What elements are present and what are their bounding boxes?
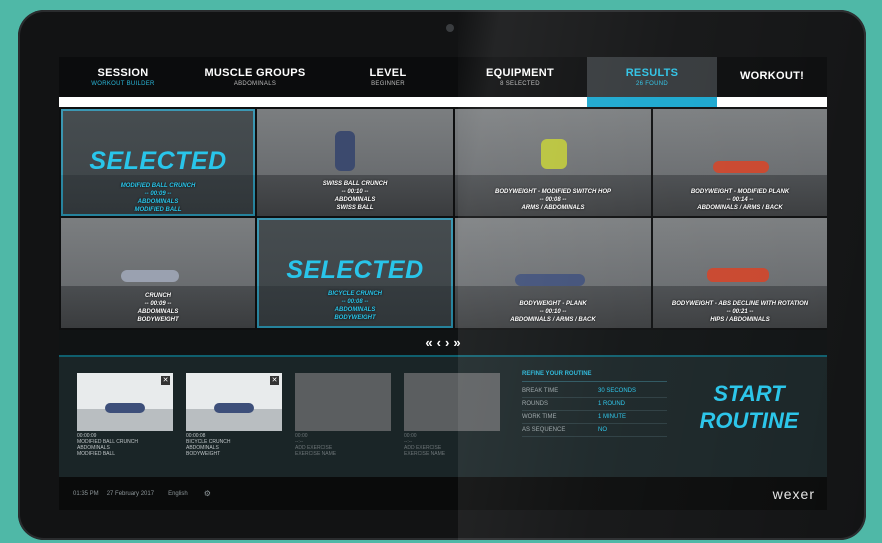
exercise-caption: BICYCLE CRUNCH -- 00:08 -- ABDOMINALS BO… <box>328 291 382 321</box>
tab-session-sub: WORKOUT BUILDER <box>91 81 155 87</box>
tab-workout-title: WORKOUT! <box>739 70 805 82</box>
remove-icon[interactable]: ✕ <box>270 376 279 385</box>
selected-label: SELECTED <box>286 256 424 284</box>
routine-slot-caption: 00:00:08 BICYCLE CRUNCH ABDOMINALS BODYW… <box>186 433 231 457</box>
routine-slot[interactable]: ✕ <box>186 373 282 431</box>
footer-language[interactable]: English <box>168 491 188 497</box>
exercise-tile-selected[interactable]: SELECTED MODIFIED BALL CRUNCH -- 00:09 -… <box>61 109 255 216</box>
routine-slot-caption: 00:00 --:-- ADD EXERCISE EXERCISE NAME <box>295 433 337 457</box>
app-screen: SESSION WORKOUT BUILDER MUSCLE GROUPS AB… <box>59 57 827 510</box>
exercise-tile[interactable]: BODYWEIGHT - ABS DECLINE WITH ROTATION -… <box>653 218 827 328</box>
start-routine-button[interactable]: START ROUTINE <box>679 380 819 434</box>
routine-panel: ✕ 00:00:09 MODIFIED BALL CRUNCH ABDOMINA… <box>59 355 827 477</box>
person-figure <box>541 139 567 169</box>
tab-results-sub: 26 FOUND <box>635 81 669 87</box>
tab-equipment[interactable]: EQUIPMENT 8 SELECTED <box>453 57 587 97</box>
refine-routine-panel: REFINE YOUR ROUTINE BREAK TIME 30 SECOND… <box>522 371 667 437</box>
last-page-button[interactable]: » <box>453 335 460 350</box>
refine-row-as-sequence[interactable]: AS SEQUENCE NO <box>522 424 667 437</box>
refine-title: REFINE YOUR ROUTINE <box>522 371 667 382</box>
exercise-tile[interactable]: BODYWEIGHT - MODIFIED SWITCH HOP -- 00:0… <box>455 109 651 216</box>
nav-progress-bar <box>59 97 827 107</box>
exercise-caption: BODYWEIGHT - MODIFIED SWITCH HOP -- 00:0… <box>495 189 611 211</box>
tab-session[interactable]: SESSION WORKOUT BUILDER <box>59 57 187 97</box>
camera-icon <box>446 24 454 32</box>
person-figure <box>515 274 585 286</box>
tab-muscle-groups-title: MUSCLE GROUPS <box>204 67 306 79</box>
exercise-tile[interactable]: CRUNCH -- 00:09 -- ABDOMINALS BODYWEIGHT <box>61 218 255 328</box>
remove-icon[interactable]: ✕ <box>161 376 170 385</box>
tablet-frame: SESSION WORKOUT BUILDER MUSCLE GROUPS AB… <box>18 10 866 540</box>
routine-slot-caption: 00:00:09 MODIFIED BALL CRUNCH ABDOMINALS… <box>77 433 138 457</box>
exercise-caption: CRUNCH -- 00:09 -- ABDOMINALS BODYWEIGHT <box>137 293 179 323</box>
person-figure <box>335 131 355 171</box>
refine-row-break-time[interactable]: BREAK TIME 30 SECONDS <box>522 385 667 398</box>
person-figure <box>105 403 145 413</box>
first-page-button[interactable]: « <box>425 335 432 350</box>
exercise-caption: MODIFIED BALL CRUNCH -- 00:09 -- ABDOMIN… <box>120 183 196 213</box>
tab-level-title: LEVEL <box>369 67 407 79</box>
exercise-caption: BODYWEIGHT - ABS DECLINE WITH ROTATION -… <box>671 301 809 323</box>
exercise-tile[interactable]: SWISS BALL CRUNCH -- 00:10 -- ABDOMINALS… <box>257 109 453 216</box>
tab-muscle-groups-sub: ABDOMINALS <box>233 81 277 87</box>
footer-date: 27 February 2017 <box>106 490 155 497</box>
wizard-nav: SESSION WORKOUT BUILDER MUSCLE GROUPS AB… <box>59 57 827 97</box>
person-figure <box>121 270 179 282</box>
exercise-tile[interactable]: BODYWEIGHT - MODIFIED PLANK -- 00:14 -- … <box>653 109 827 216</box>
pager: « ‹ › » <box>59 330 827 355</box>
footer-time: 01:35 PM <box>73 490 99 497</box>
refine-row-rounds[interactable]: ROUNDS 1 ROUND <box>522 398 667 411</box>
tab-equipment-sub: 8 SELECTED <box>500 81 540 87</box>
person-figure <box>713 161 769 173</box>
gear-icon[interactable]: ⚙ <box>204 489 211 498</box>
tab-session-title: SESSION <box>97 67 149 79</box>
selected-label: SELECTED <box>89 147 227 175</box>
tab-level-sub: BEGINNER <box>371 81 405 87</box>
tab-workout[interactable]: WORKOUT! <box>717 57 827 97</box>
routine-slot-empty[interactable] <box>295 373 391 431</box>
tab-results-title: RESULTS <box>625 67 679 79</box>
brand-logo: wexer <box>772 486 815 502</box>
nav-progress-highlight <box>587 97 717 107</box>
exercise-caption: BODYWEIGHT - MODIFIED PLANK -- 00:14 -- … <box>690 189 790 211</box>
routine-slot-caption: 00:00 --:-- ADD EXERCISE EXERCISE NAME <box>404 433 446 457</box>
tab-equipment-title: EQUIPMENT <box>485 67 555 79</box>
exercise-tile[interactable]: BODYWEIGHT - PLANK -- 00:10 -- ABDOMINAL… <box>455 218 651 328</box>
routine-slot[interactable]: ✕ <box>77 373 173 431</box>
person-figure <box>707 268 769 282</box>
next-page-button[interactable]: › <box>445 335 449 350</box>
status-footer: 01:35 PM 27 February 2017 English ⚙ wexe… <box>59 477 827 510</box>
exercise-caption: BODYWEIGHT - PLANK -- 00:10 -- ABDOMINAL… <box>510 301 596 323</box>
tab-results[interactable]: RESULTS 26 FOUND <box>587 57 717 97</box>
exercise-tile-selected[interactable]: SELECTED BICYCLE CRUNCH -- 00:08 -- ABDO… <box>257 218 453 328</box>
refine-row-work-time[interactable]: WORK TIME 1 MINUTE <box>522 411 667 424</box>
tab-level[interactable]: LEVEL BEGINNER <box>323 57 453 97</box>
routine-slot-empty[interactable] <box>404 373 500 431</box>
exercise-grid: SELECTED MODIFIED BALL CRUNCH -- 00:09 -… <box>59 107 827 330</box>
person-figure <box>214 403 254 413</box>
tab-muscle-groups[interactable]: MUSCLE GROUPS ABDOMINALS <box>187 57 323 97</box>
prev-page-button[interactable]: ‹ <box>437 335 441 350</box>
exercise-caption: SWISS BALL CRUNCH -- 00:10 -- ABDOMINALS… <box>322 181 388 211</box>
